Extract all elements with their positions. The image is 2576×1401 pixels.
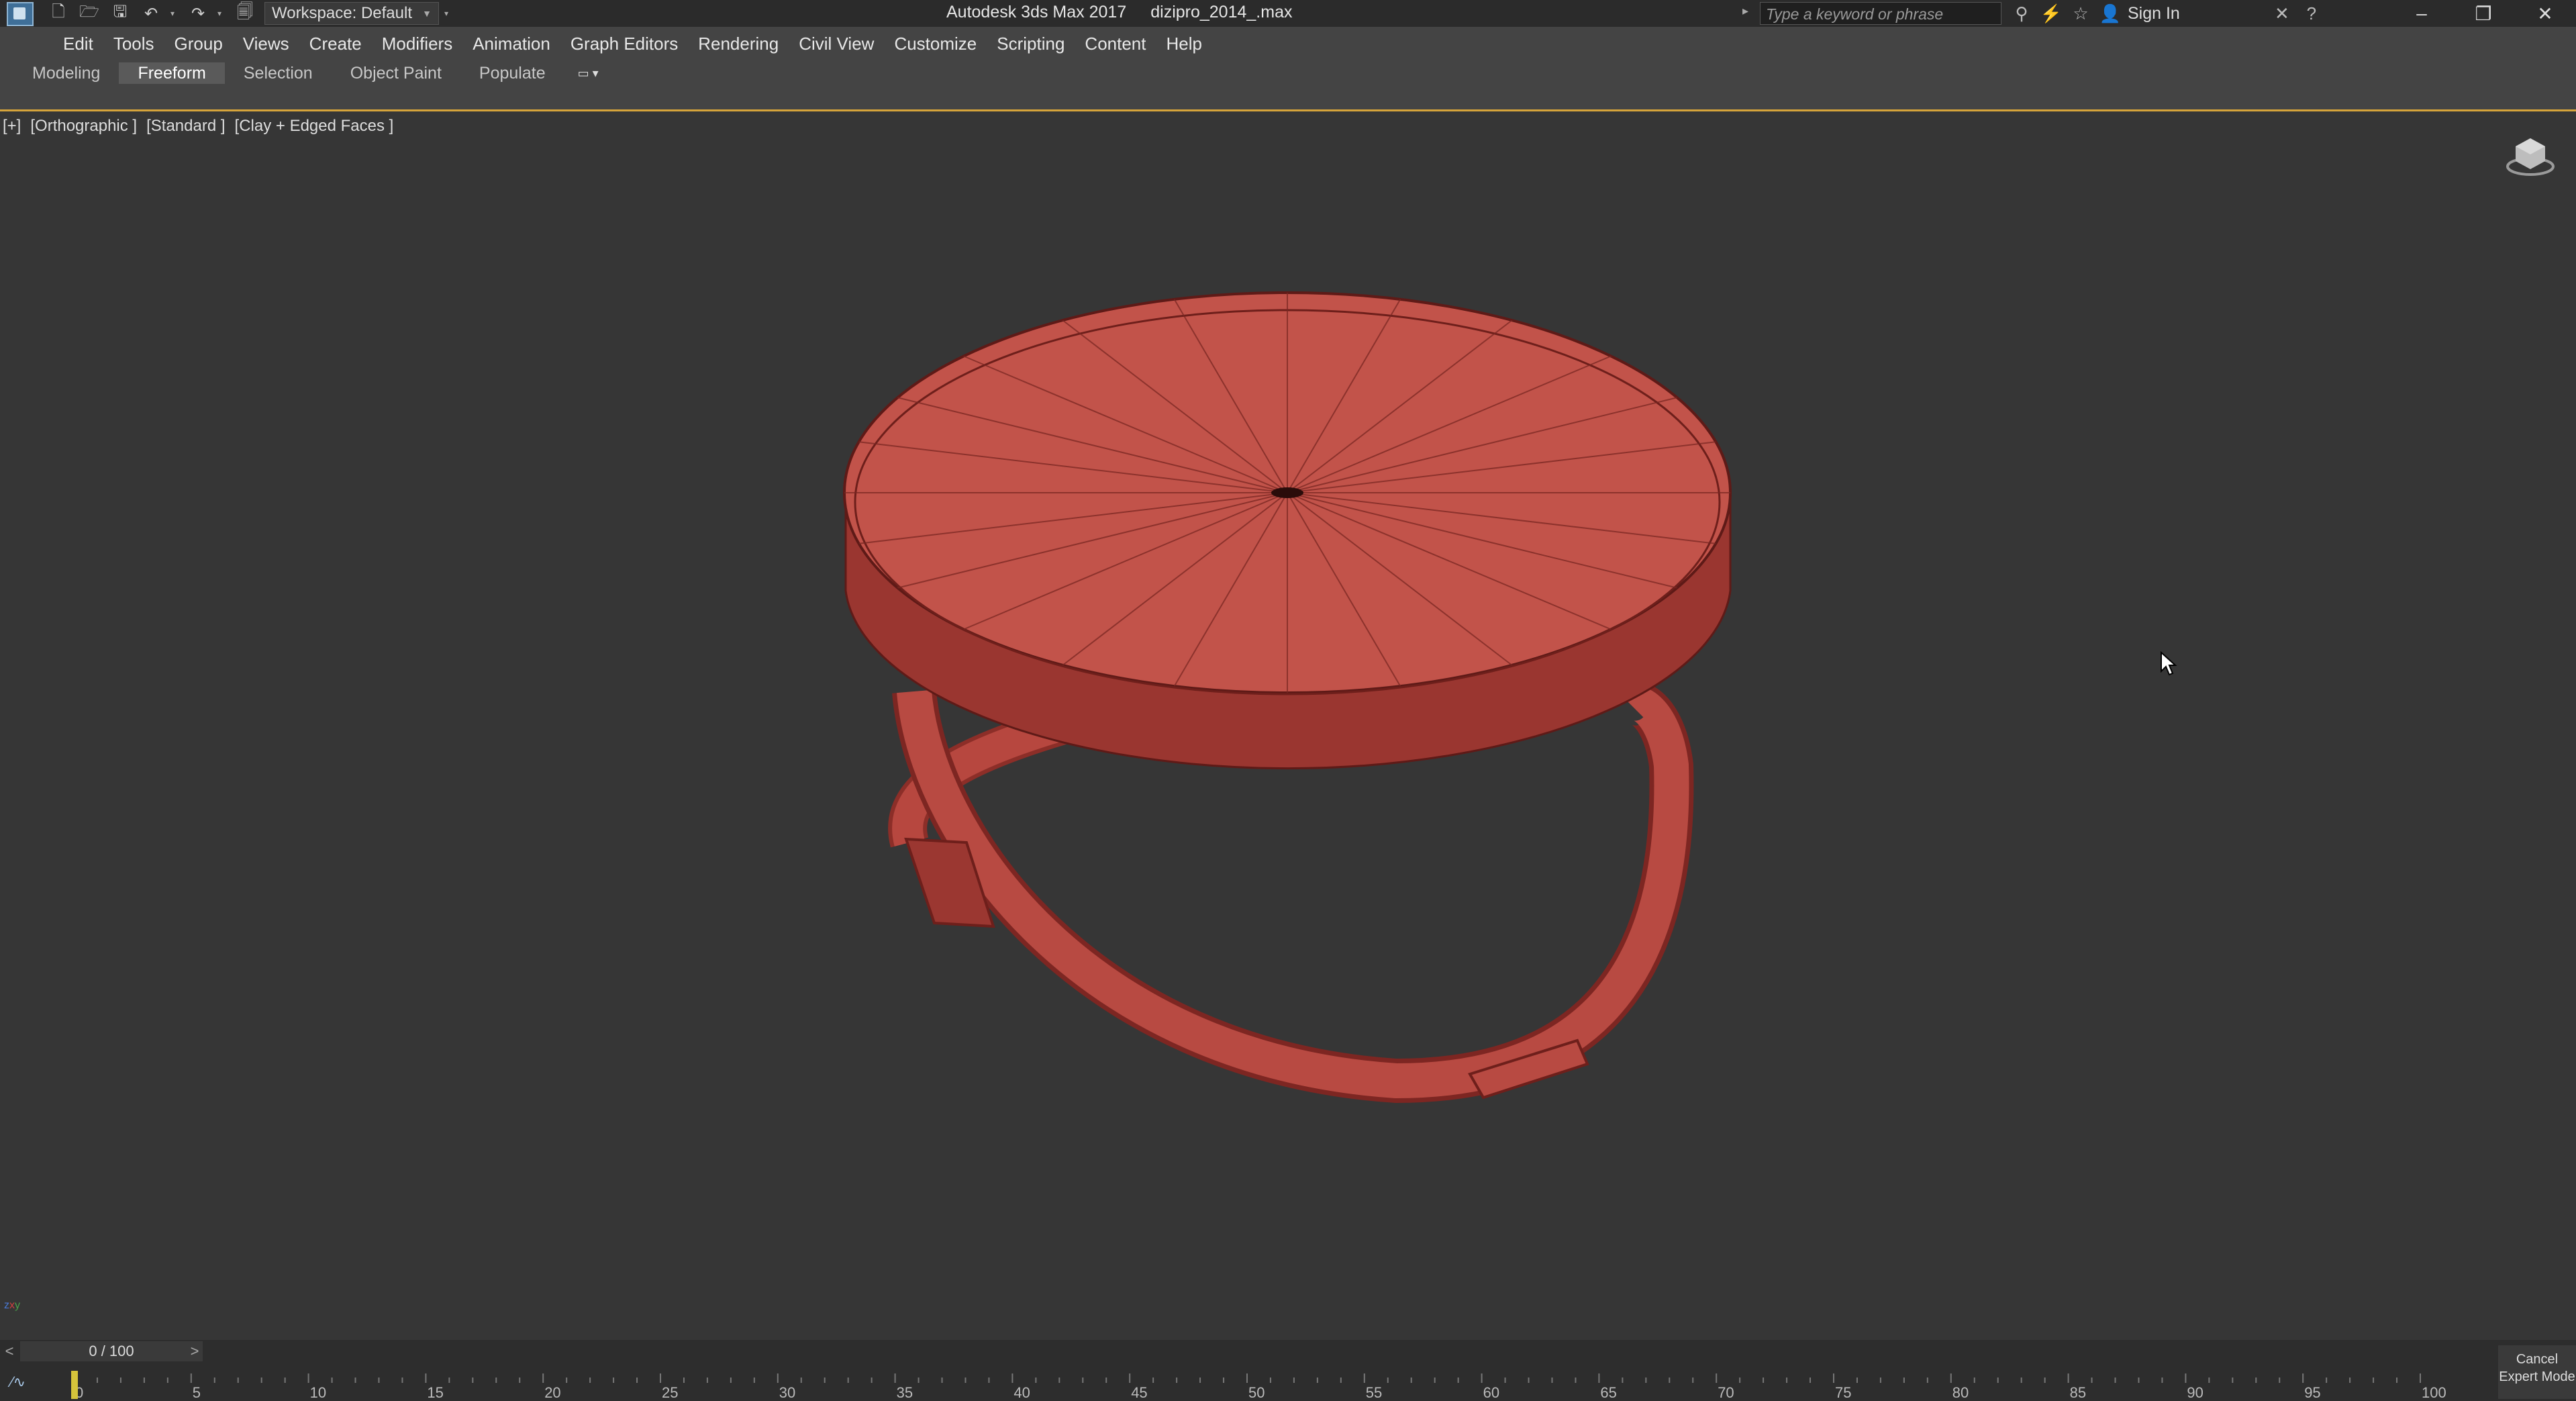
exchange-apps-icon[interactable]: ✕ xyxy=(2267,3,2297,24)
ruler-tick-label: 20 xyxy=(544,1384,560,1401)
tab-modeling[interactable]: Modeling xyxy=(13,62,119,84)
ribbon-tabs: Modeling Freeform Selection Object Paint… xyxy=(0,60,2576,86)
open-file-icon[interactable]: 🗁 xyxy=(78,3,101,23)
title-bar: 🗋 🗁 🖫 ↶ ▾ ↷ ▾ 🗐 Workspace: Default ▼ ▾ A… xyxy=(0,0,2576,27)
new-file-icon[interactable]: 🗋 xyxy=(47,3,70,23)
app-title: Autodesk 3ds Max 2017 xyxy=(946,3,1127,21)
menu-content[interactable]: Content xyxy=(1085,34,1146,54)
menu-graph-editors[interactable]: Graph Editors xyxy=(571,34,678,54)
infocenter-toolbar: ⚲ ⚡ ☆ 👤 Sign In ✕ ? xyxy=(2007,2,2326,25)
project-folder-icon[interactable]: 🗐 xyxy=(234,3,256,23)
redo-dropdown-icon[interactable]: ▾ xyxy=(217,9,227,18)
ruler-tick-label: 60 xyxy=(1483,1384,1499,1401)
menu-views[interactable]: Views xyxy=(243,34,289,54)
menu-civil-view[interactable]: Civil View xyxy=(799,34,874,54)
axis-tripod-icon: zxy xyxy=(4,1300,20,1311)
undo-dropdown-icon[interactable]: ▾ xyxy=(170,9,180,18)
ruler-tick-label: 95 xyxy=(2304,1384,2320,1401)
ruler-tick-label: 80 xyxy=(1952,1384,1969,1401)
window-controls: – ❐ ✕ xyxy=(2391,0,2576,27)
ruler-tick-label: 45 xyxy=(1131,1384,1147,1401)
search-expand-icon[interactable]: ▸ xyxy=(1742,4,1748,18)
ruler-tick-label: 50 xyxy=(1248,1384,1265,1401)
redo-icon[interactable]: ↷ xyxy=(187,3,209,23)
ruler-tick-label: 85 xyxy=(2070,1384,2086,1401)
workspace-dropdown[interactable]: Workspace: Default ▼ xyxy=(264,2,439,25)
close-icon[interactable]: ✕ xyxy=(2514,0,2576,27)
menu-create[interactable]: Create xyxy=(309,34,362,54)
time-slider-thumb[interactable]: 0 / 100 xyxy=(20,1341,203,1361)
minimize-icon[interactable]: – xyxy=(2391,0,2453,27)
menu-group[interactable]: Group xyxy=(175,34,223,54)
ruler-tick-label: 15 xyxy=(427,1384,443,1401)
expert-mode-label: Expert Mode xyxy=(2499,1369,2575,1384)
track-bar[interactable]: ⁄∿ 0 5 10 15 20 25 30 35 40 45 50 55 60 65 70 75 80 85 90 9… xyxy=(0,1363,2576,1401)
restore-icon[interactable]: ❐ xyxy=(2453,0,2514,27)
ruler-tick-label: 55 xyxy=(1366,1384,1382,1401)
ruler-tick-label: 25 xyxy=(662,1384,678,1401)
ruler-tick-label: 40 xyxy=(1013,1384,1030,1401)
ribbon-panel xyxy=(0,86,2576,111)
menu-rendering[interactable]: Rendering xyxy=(698,34,779,54)
time-slider-next-button[interactable]: > xyxy=(185,1340,204,1363)
save-icon[interactable]: 🖫 xyxy=(109,3,132,23)
ruler-tick-label: 35 xyxy=(897,1384,913,1401)
undo-icon[interactable]: ↶ xyxy=(140,3,162,23)
app-logo-icon[interactable] xyxy=(7,2,34,26)
menu-scripting[interactable]: Scripting xyxy=(997,34,1064,54)
file-name: dizipro_2014_.max xyxy=(1150,3,1293,21)
ruler-tick-label: 65 xyxy=(1600,1384,1616,1401)
time-slider[interactable]: < 0 / 100 > xyxy=(0,1340,2576,1363)
workspace-label: Workspace: Default xyxy=(272,4,412,22)
star-icon[interactable]: ☆ xyxy=(2066,3,2095,24)
viewport[interactable]: [+] [Orthographic ] [Standard ] [Clay + Edg… xyxy=(0,111,2576,1340)
ruler-tick-label: 5 xyxy=(193,1384,201,1401)
ruler-tick-label: 100 xyxy=(2422,1384,2446,1401)
ruler-tick-label: 75 xyxy=(1835,1384,1851,1401)
ruler-tick-label: 90 xyxy=(2187,1384,2203,1401)
menu-help[interactable]: Help xyxy=(1167,34,1202,54)
chevron-down-icon: ▼ xyxy=(422,8,432,19)
tab-selection[interactable]: Selection xyxy=(225,62,332,84)
tab-object-paint[interactable]: Object Paint xyxy=(332,62,460,84)
ruler-tick-label: 10 xyxy=(310,1384,326,1401)
mouse-cursor-icon xyxy=(2161,651,2177,676)
menu-modifiers[interactable]: Modifiers xyxy=(382,34,452,54)
tab-populate[interactable]: Populate xyxy=(460,62,564,84)
menu-animation[interactable]: Animation xyxy=(473,34,550,54)
current-frame-marker[interactable] xyxy=(71,1371,78,1399)
quick-access-customize-icon[interactable]: ▾ xyxy=(444,9,454,18)
menu-tools[interactable]: Tools xyxy=(113,34,154,54)
menu-customize[interactable]: Customize xyxy=(894,34,977,54)
frame-ruler[interactable]: 0 5 10 15 20 25 30 35 40 45 50 55 60 65 70 75 80 85 90 95 10… xyxy=(0,1363,2576,1401)
subscription-icon[interactable]: ⚡ xyxy=(2036,3,2066,24)
search-input[interactable]: Type a keyword or phrase xyxy=(1760,2,2001,25)
ruler-tick-label: 70 xyxy=(1718,1384,1734,1401)
menu-edit[interactable]: Edit xyxy=(63,34,93,54)
window-title: Autodesk 3ds Max 2017 dizipro_2014_.max xyxy=(946,3,1316,22)
tab-freeform[interactable]: Freeform xyxy=(119,62,225,84)
help-icon[interactable]: ? xyxy=(2297,3,2326,24)
menu-bar: Edit Tools Group Views Create Modifiers … xyxy=(0,27,2576,60)
ruler-tick-label: 30 xyxy=(779,1384,795,1401)
user-icon[interactable]: 👤 xyxy=(2095,3,2125,24)
table-mesh-object[interactable] xyxy=(0,111,2576,1340)
cancel-label: Cancel xyxy=(2516,1352,2559,1367)
time-slider-prev-button[interactable]: < xyxy=(0,1340,19,1363)
binoculars-icon[interactable]: ⚲ xyxy=(2007,3,2036,24)
cancel-expert-mode-button[interactable]: Cancel Expert Mode xyxy=(2498,1345,2576,1399)
ribbon-options-icon[interactable]: ▭ ▾ xyxy=(578,66,599,81)
sign-in-button[interactable]: Sign In xyxy=(2128,4,2180,23)
